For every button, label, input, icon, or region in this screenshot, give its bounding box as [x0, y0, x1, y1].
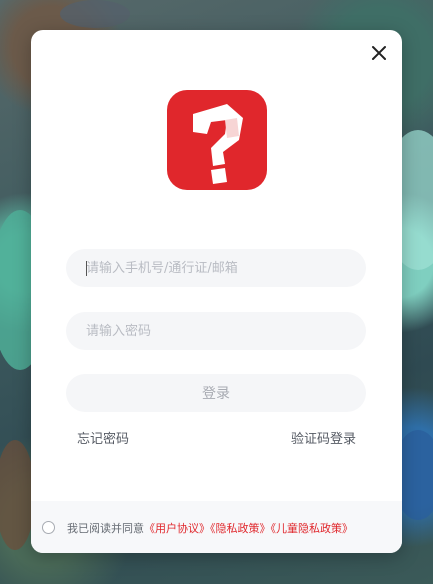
password-input[interactable] [66, 312, 366, 350]
app-logo [167, 90, 267, 190]
text-caret [86, 261, 87, 276]
background-rocks-left [0, 440, 35, 550]
agree-radio[interactable] [42, 521, 55, 534]
agreement-prefix: 我已阅读并同意 [67, 522, 144, 535]
question-mark-icon [193, 104, 243, 184]
privacy-policy-link[interactable]: 《隐私政策》 [210, 522, 271, 535]
agreement-text: 我已阅读并同意《用户协议》《隐私政策》《儿童隐私政策》 [67, 520, 353, 536]
login-dialog: 登录 忘记密码 验证码登录 我已阅读并同意《用户协议》《隐私政策》《儿童隐私政策… [31, 30, 402, 553]
user-agreement-link[interactable]: 《用户协议》 [144, 522, 210, 535]
phone-input[interactable] [66, 249, 366, 287]
agreement-footer: 我已阅读并同意《用户协议》《隐私政策》《儿童隐私政策》 [31, 501, 402, 553]
close-icon[interactable] [370, 44, 388, 62]
forgot-password-link[interactable]: 忘记密码 [77, 428, 129, 447]
login-button[interactable]: 登录 [66, 374, 366, 412]
code-login-link[interactable]: 验证码登录 [291, 428, 356, 447]
background-building [60, 0, 130, 28]
child-privacy-policy-link[interactable]: 《儿童隐私政策》 [271, 522, 354, 535]
